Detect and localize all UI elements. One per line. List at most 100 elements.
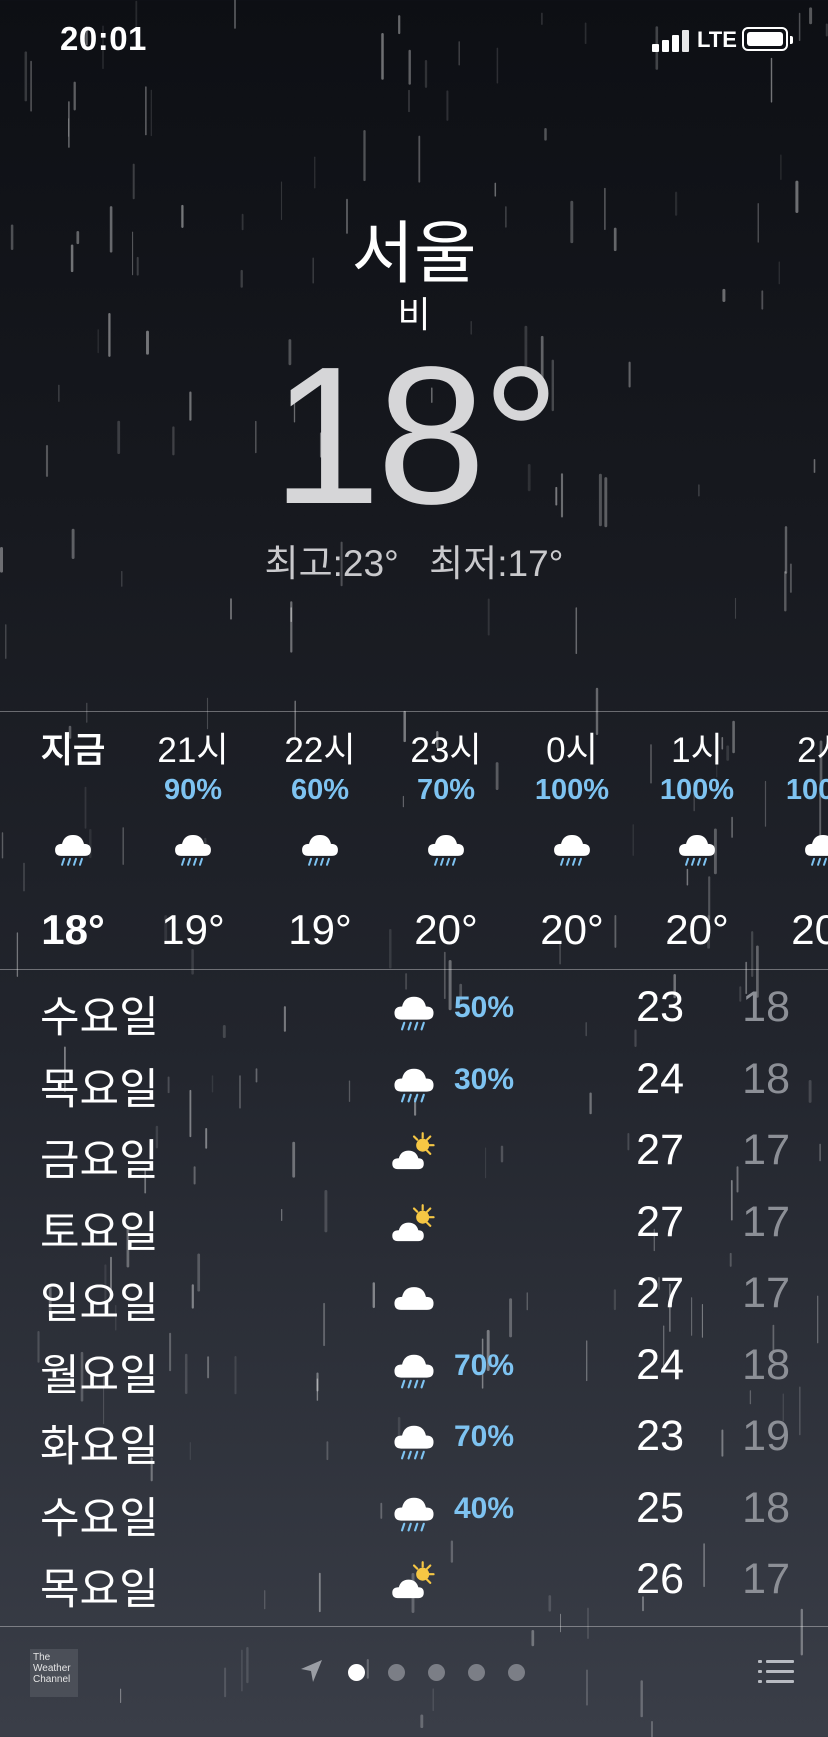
daily-row: 일요일 27 17: [0, 1261, 828, 1333]
list-icon[interactable]: [758, 1658, 794, 1686]
daily-row: 화요일 70% 23 19: [0, 1404, 828, 1476]
day-name: 금요일: [40, 1137, 159, 1185]
partly-sunny-icon: [390, 1202, 446, 1254]
day-name: 목요일: [40, 1566, 159, 1614]
day-name: 화요일: [40, 1423, 159, 1471]
day-name: 수요일: [40, 994, 159, 1042]
day-precip: 40%: [454, 1491, 515, 1525]
page-dot[interactable]: [428, 1664, 445, 1681]
hour-label: 2시: [797, 731, 828, 770]
day-low: 18: [742, 1483, 790, 1532]
rain-cloud-icon: [390, 987, 446, 1039]
day-high: 24: [636, 1340, 684, 1389]
daily-row: 목요일 30% 24 18: [0, 1047, 828, 1119]
day-name: 월요일: [40, 1351, 159, 1400]
day-low: 17: [742, 1126, 790, 1174]
hourly-item: 지금 18°: [10, 730, 136, 954]
rain-cloud-icon: [257, 808, 383, 868]
high-low: 최고:23° 최저:17°: [0, 533, 828, 587]
hour-temperature: 19°: [288, 906, 352, 953]
day-name: 토요일: [40, 1208, 159, 1257]
hour-temperature: 18°: [41, 906, 105, 953]
day-name: 목요일: [40, 1065, 159, 1114]
hour-precip: 100%: [534, 774, 610, 806]
status-time: 20:01: [60, 20, 147, 57]
daily-row: 토요일 27 17: [0, 1190, 828, 1262]
day-high: 27: [636, 1197, 684, 1246]
day-precip: 70%: [454, 1348, 515, 1382]
hourly-item: 1시 100% 20°: [634, 730, 760, 954]
high-temperature: 최고:23°: [264, 543, 399, 584]
daily-row: 수요일 50% 23 18: [0, 975, 828, 1047]
daily-row: 금요일 27 17: [0, 1118, 828, 1190]
hour-temperature: 20°: [791, 906, 828, 953]
hour-precip: 70%: [416, 774, 476, 806]
hourly-item: 22시 60% 19°: [257, 730, 383, 954]
day-low: 18: [742, 983, 790, 1031]
hour-label: 22시: [284, 731, 356, 770]
rain-cloud-icon: [509, 808, 635, 868]
hour-temperature: 20°: [540, 906, 604, 953]
page-dot[interactable]: [348, 1664, 365, 1681]
hourly-item: 21시 90% 19°: [130, 730, 256, 954]
page-dot[interactable]: [388, 1664, 405, 1681]
day-high: 26: [636, 1555, 684, 1603]
page-dot[interactable]: [508, 1664, 525, 1681]
page-dot[interactable]: [468, 1664, 485, 1681]
day-low: 17: [742, 1269, 790, 1317]
hour-temperature: 20°: [665, 906, 729, 953]
city-name: 서울: [351, 216, 477, 292]
footer-bar: The Weather Channel: [0, 1627, 828, 1737]
hour-label: 지금: [40, 731, 106, 770]
rain-cloud-icon: [130, 808, 256, 868]
day-low: 19: [742, 1412, 790, 1460]
hour-precip: [10, 772, 136, 808]
hour-precip: 90%: [163, 774, 223, 806]
network-type: LTE: [697, 27, 737, 52]
day-low: 18: [742, 1340, 790, 1389]
battery-icon: [742, 27, 793, 51]
day-name: 수요일: [40, 1494, 159, 1543]
day-low: 17: [742, 1197, 790, 1246]
hour-precip: 60%: [290, 774, 350, 806]
hour-label: 21시: [157, 731, 229, 770]
day-high: 25: [636, 1483, 684, 1532]
rain-cloud-icon: [390, 1059, 446, 1111]
rain-cloud-icon: [760, 808, 828, 868]
day-precip: 50%: [454, 991, 515, 1024]
day-high: 24: [636, 1054, 684, 1103]
hour-precip: 100%: [659, 774, 735, 806]
hourly-item: 23시 70% 20°: [383, 730, 509, 954]
location-arrow-icon[interactable]: [298, 1657, 326, 1685]
current-temperature: 18°: [271, 326, 560, 545]
day-high: 27: [636, 1269, 684, 1317]
day-precip: 30%: [454, 1062, 515, 1096]
daily-row: 월요일 70% 24 18: [0, 1333, 828, 1405]
rain-cloud-icon: [390, 1416, 446, 1468]
hour-label: 23시: [410, 731, 482, 770]
partly-sunny-icon: [390, 1559, 446, 1611]
hour-temperature: 19°: [161, 906, 225, 953]
day-high: 23: [636, 983, 684, 1031]
low-temperature: 최저:17°: [429, 543, 564, 584]
hour-label: 0시: [546, 731, 598, 770]
day-name: 일요일: [40, 1280, 159, 1328]
day-low: 17: [742, 1555, 790, 1603]
hourly-item: 0시 100% 20°: [509, 730, 635, 954]
hourly-item: 2시 100% 20°: [760, 730, 828, 954]
weather-channel-logo[interactable]: The Weather Channel: [30, 1649, 78, 1697]
status-bar: 20:01 LTE: [0, 0, 828, 80]
daily-row: 목요일 26 17: [0, 1547, 828, 1619]
day-high: 23: [636, 1412, 684, 1460]
day-low: 18: [742, 1054, 790, 1103]
partly-sunny-icon: [390, 1130, 446, 1182]
rain-cloud-icon: [390, 1345, 446, 1397]
daily-row: 수요일 40% 25 18: [0, 1476, 828, 1548]
hour-precip: 100%: [785, 774, 828, 806]
rain-cloud-icon: [390, 1488, 446, 1540]
hour-temperature: 20°: [414, 906, 478, 953]
divider: [0, 711, 828, 712]
divider: [0, 969, 828, 970]
rain-cloud-icon: [10, 808, 136, 868]
hour-label: 1시: [671, 731, 723, 770]
